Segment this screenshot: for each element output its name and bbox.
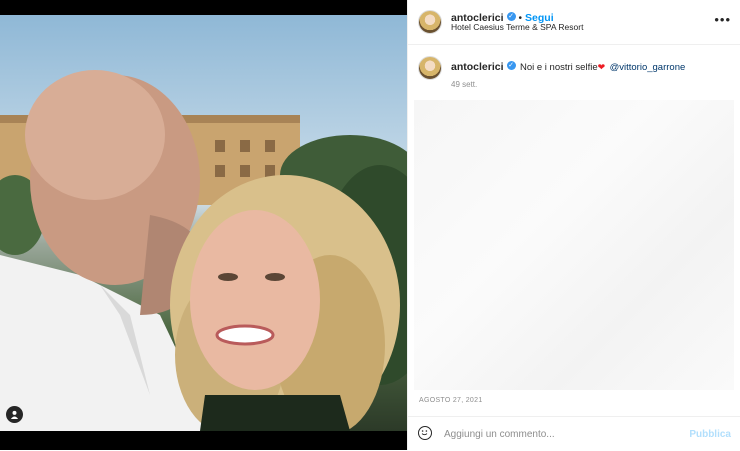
publish-button[interactable]: Pubblica <box>689 429 731 440</box>
woman-face <box>190 210 320 390</box>
caption-time[interactable]: 49 sett. <box>451 80 477 89</box>
person-icon <box>10 410 19 419</box>
caption-row: antoclerici ✓ Noi e i nostri selfie❤ @vit… <box>451 57 685 75</box>
smile-icon <box>421 430 428 436</box>
caption-text: Noi e i nostri selfie <box>519 62 598 73</box>
heart-emoji: ❤ <box>597 62 606 72</box>
verified-badge-icon: ✓ <box>506 12 516 22</box>
caption-verified-badge-icon: ✓ <box>506 61 516 71</box>
comment-input[interactable] <box>444 425 674 443</box>
avatar[interactable] <box>418 10 442 34</box>
comment-bar: Pubblica <box>408 416 740 451</box>
post-photo[interactable] <box>0 15 407 431</box>
emoji-icon[interactable] <box>418 426 432 440</box>
comments-area <box>414 100 734 390</box>
caption-username[interactable]: antoclerici <box>451 61 504 73</box>
post-header: antoclerici ✓ • Segui Hotel Caesius Terme &… <box>408 0 740 45</box>
caption-avatar[interactable] <box>418 56 442 80</box>
post-photo-panel <box>0 0 407 450</box>
more-options-icon[interactable]: ••• <box>714 12 731 27</box>
photo-illustration <box>0 70 407 431</box>
location-link[interactable]: Hotel Caesius Terme & SPA Resort <box>451 22 583 32</box>
post-date[interactable]: AGOSTO 27, 2021 <box>419 397 483 404</box>
mention-link[interactable]: @vittorio_garrone <box>610 62 686 73</box>
post-side-panel: antoclerici ✓ • Segui Hotel Caesius Terme &… <box>407 0 740 450</box>
user-tag-icon[interactable] <box>6 406 23 423</box>
